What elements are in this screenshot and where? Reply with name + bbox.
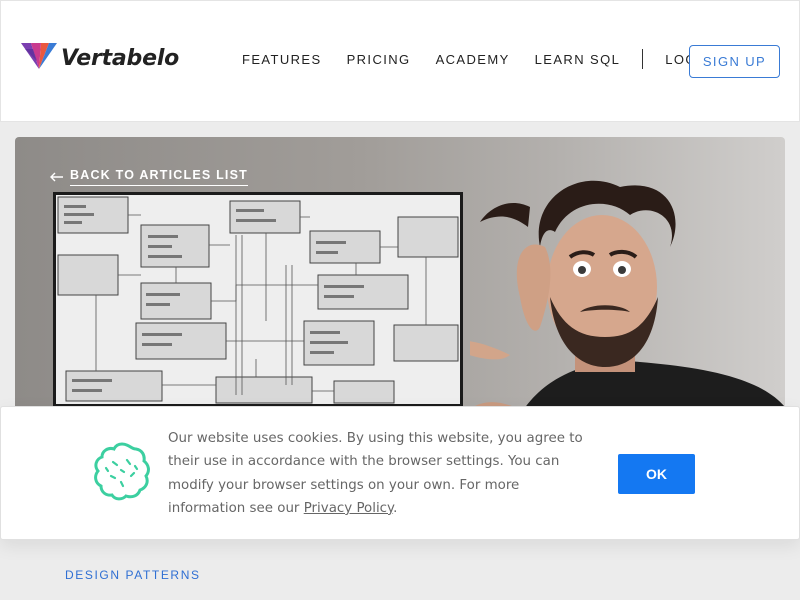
er-diagram-image [56,195,460,404]
vertabelo-logo-icon [21,43,57,69]
nav-divider [642,49,644,69]
cookie-ok-button[interactable]: OK [618,454,695,494]
hero-banner: BACK TO ARTICLES LIST [15,137,785,427]
nav-learn-sql[interactable]: LEARN SQL [535,52,621,67]
nav-academy[interactable]: ACADEMY [436,52,510,67]
cookie-message: Our website uses cookies. By using this … [168,427,588,520]
cookie-consent-banner: Our website uses cookies. By using this … [0,406,800,540]
brand-name: Vertabelo [61,45,180,71]
main-nav: FEATURES PRICING ACADEMY LEARN SQL LOG I… [242,49,743,69]
developer-photo [470,180,785,427]
cookie-message-end: . [393,500,398,516]
cookie-icon [94,442,150,501]
nav-features[interactable]: FEATURES [242,52,322,67]
back-to-articles-link[interactable]: BACK TO ARTICLES LIST [50,168,248,186]
back-link-label: BACK TO ARTICLES LIST [70,168,248,186]
site-header: Vertabelo FEATURES PRICING ACADEMY LEARN… [0,0,800,122]
vertabelo-logo[interactable]: Vertabelo [21,41,179,75]
er-diagram-monitor [53,192,463,407]
arrow-left-icon [50,172,63,182]
signup-button[interactable]: SIGN UP [689,45,780,78]
nav-pricing[interactable]: PRICING [347,52,411,67]
privacy-policy-link[interactable]: Privacy Policy [304,501,393,516]
article-category-link[interactable]: DESIGN PATTERNS [65,568,201,582]
